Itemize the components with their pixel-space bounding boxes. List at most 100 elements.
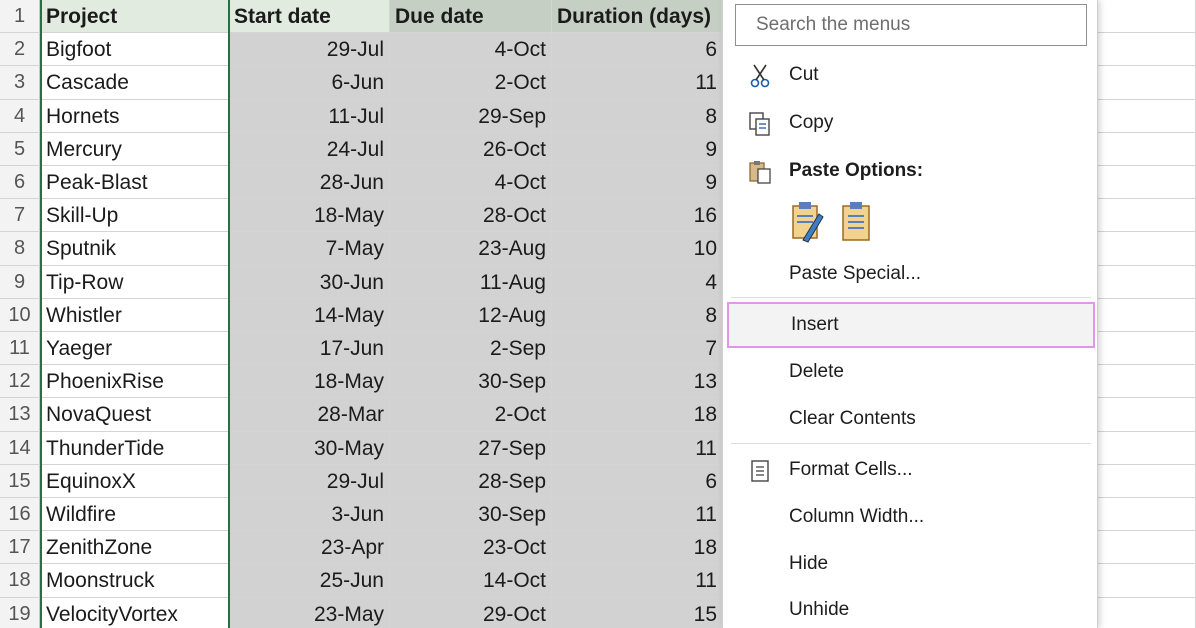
paste-values-icon[interactable] (839, 200, 875, 244)
cell-duration[interactable]: 8 (552, 99, 722, 133)
cell-project[interactable]: Wildfire (40, 498, 229, 532)
cell-duration[interactable]: 18 (552, 531, 722, 565)
cell-project[interactable]: Sputnik (40, 232, 229, 266)
menu-item-delete[interactable]: Delete (723, 351, 1099, 393)
cell-due-date[interactable]: 4-Oct (390, 166, 552, 200)
cell-start-date[interactable]: 3-Jun (229, 498, 390, 532)
cell-project[interactable]: Moonstruck (40, 564, 229, 598)
row-number[interactable]: 19 (0, 597, 40, 628)
row-number[interactable]: 15 (0, 464, 40, 498)
paste-formatting-icon[interactable] (789, 200, 825, 244)
cell-start-date[interactable]: 29-Jul (229, 33, 390, 67)
cell-project[interactable]: Hornets (40, 99, 229, 133)
cell-duration[interactable]: 6 (552, 464, 722, 498)
cell-start-date[interactable]: 24-Jul (229, 132, 390, 166)
row-number[interactable]: 2 (0, 33, 40, 67)
cell-duration[interactable]: 16 (552, 199, 722, 233)
cell-project[interactable]: ThunderTide (40, 431, 229, 465)
cell-start-date[interactable]: 30-May (229, 431, 390, 465)
row-number[interactable]: 16 (0, 498, 40, 532)
cell-start-date[interactable]: 17-Jun (229, 332, 390, 366)
cell-due-date[interactable]: 12-Aug (390, 298, 552, 332)
cell-due-date[interactable]: 23-Oct (390, 531, 552, 565)
cell-project[interactable]: Mercury (40, 132, 229, 166)
cell-duration[interactable]: 10 (552, 232, 722, 266)
cell-start-date[interactable]: 11-Jul (229, 99, 390, 133)
row-number[interactable]: 14 (0, 431, 40, 465)
cell-due-date[interactable]: 28-Oct (390, 199, 552, 233)
cell-project[interactable]: EquinoxX (40, 464, 229, 498)
menu-item-paste-special[interactable]: Paste Special... (723, 253, 1099, 295)
cell-start-date[interactable]: 18-May (229, 199, 390, 233)
cell-duration[interactable]: 11 (552, 431, 722, 465)
cell-start-date[interactable]: 23-Apr (229, 531, 390, 565)
row-number[interactable]: 9 (0, 265, 40, 299)
cell-project[interactable]: ZenithZone (40, 531, 229, 565)
cell-project[interactable]: NovaQuest (40, 398, 229, 432)
cell-due-date[interactable]: 14-Oct (390, 564, 552, 598)
cell-start-date[interactable]: 7-May (229, 232, 390, 266)
cell-project[interactable]: VelocityVortex (40, 597, 229, 628)
cell-duration[interactable]: 8 (552, 298, 722, 332)
cell-start-date[interactable]: 28-Jun (229, 166, 390, 200)
row-number[interactable]: 5 (0, 132, 40, 166)
header-duration[interactable]: Duration (days) (552, 0, 722, 34)
cell-due-date[interactable]: 29-Oct (390, 597, 552, 628)
menu-search-input[interactable]: Search the menus (735, 4, 1087, 46)
menu-item-hide[interactable]: Hide (723, 543, 1099, 585)
header-start-date[interactable]: Start date (229, 0, 390, 34)
cell-project[interactable]: Skill-Up (40, 199, 229, 233)
row-number[interactable]: 18 (0, 564, 40, 598)
cell-duration[interactable]: 9 (552, 166, 722, 200)
cell-project[interactable]: Peak-Blast (40, 166, 229, 200)
row-number[interactable]: 12 (0, 365, 40, 399)
menu-item-format-cells[interactable]: Format Cells... (723, 449, 1099, 491)
menu-item-cut[interactable]: Cut (723, 54, 1099, 96)
cell-duration[interactable]: 13 (552, 365, 722, 399)
cell-duration[interactable]: 11 (552, 498, 722, 532)
cell-project[interactable]: Cascade (40, 66, 229, 100)
menu-item-copy[interactable]: Copy (723, 102, 1099, 144)
cell-start-date[interactable]: 30-Jun (229, 265, 390, 299)
cell-start-date[interactable]: 18-May (229, 365, 390, 399)
header-project[interactable]: Project (40, 0, 229, 34)
row-number[interactable]: 13 (0, 398, 40, 432)
menu-item-insert[interactable]: Insert (727, 302, 1095, 348)
cell-start-date[interactable]: 28-Mar (229, 398, 390, 432)
cell-duration[interactable]: 6 (552, 33, 722, 67)
cell-due-date[interactable]: 30-Sep (390, 365, 552, 399)
menu-item-clear-contents[interactable]: Clear Contents (723, 398, 1099, 440)
cell-start-date[interactable]: 14-May (229, 298, 390, 332)
menu-item-unhide[interactable]: Unhide (723, 589, 1099, 628)
cell-due-date[interactable]: 28-Sep (390, 464, 552, 498)
cell-duration[interactable]: 15 (552, 597, 722, 628)
cell-due-date[interactable]: 27-Sep (390, 431, 552, 465)
cell-duration[interactable]: 18 (552, 398, 722, 432)
cell-project[interactable]: Yaeger (40, 332, 229, 366)
cell-due-date[interactable]: 2-Oct (390, 398, 552, 432)
header-due-date[interactable]: Due date (390, 0, 552, 34)
cell-due-date[interactable]: 29-Sep (390, 99, 552, 133)
cell-duration[interactable]: 7 (552, 332, 722, 366)
cell-duration[interactable]: 9 (552, 132, 722, 166)
cell-start-date[interactable]: 29-Jul (229, 464, 390, 498)
cell-due-date[interactable]: 30-Sep (390, 498, 552, 532)
row-number[interactable]: 4 (0, 99, 40, 133)
row-number[interactable]: 17 (0, 531, 40, 565)
row-number[interactable]: 1 (0, 0, 40, 34)
cell-due-date[interactable]: 23-Aug (390, 232, 552, 266)
row-number[interactable]: 11 (0, 332, 40, 366)
row-number[interactable]: 8 (0, 232, 40, 266)
cell-start-date[interactable]: 23-May (229, 597, 390, 628)
cell-due-date[interactable]: 11-Aug (390, 265, 552, 299)
cell-due-date[interactable]: 26-Oct (390, 132, 552, 166)
cell-start-date[interactable]: 6-Jun (229, 66, 390, 100)
cell-start-date[interactable]: 25-Jun (229, 564, 390, 598)
row-number[interactable]: 10 (0, 298, 40, 332)
cell-project[interactable]: Bigfoot (40, 33, 229, 67)
cell-duration[interactable]: 4 (552, 265, 722, 299)
row-number[interactable]: 3 (0, 66, 40, 100)
row-number[interactable]: 6 (0, 166, 40, 200)
cell-due-date[interactable]: 2-Sep (390, 332, 552, 366)
cell-duration[interactable]: 11 (552, 66, 722, 100)
